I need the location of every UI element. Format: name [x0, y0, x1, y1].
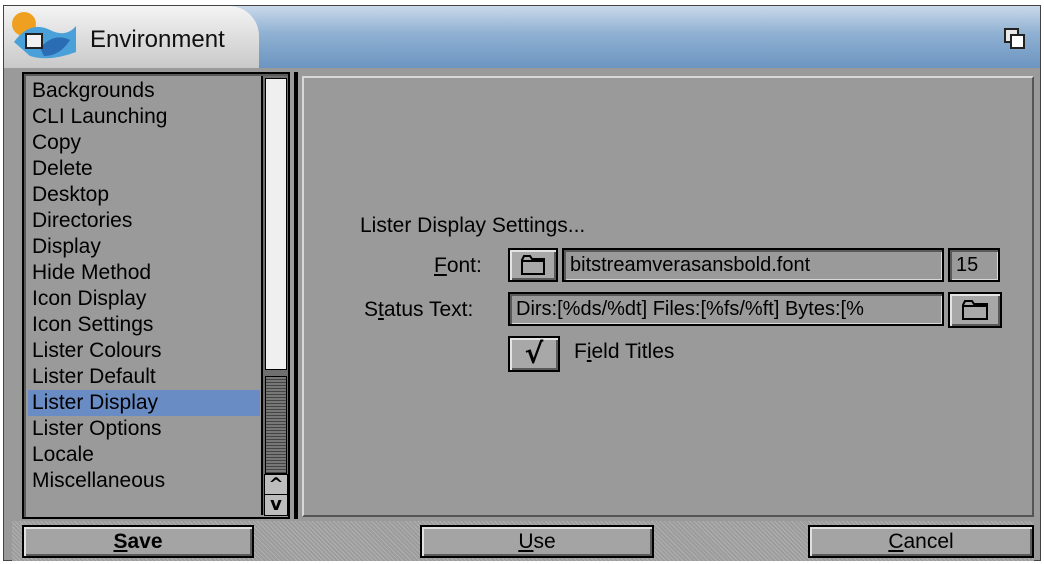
title-tab: Environment — [4, 6, 259, 68]
list-item[interactable]: Delete — [28, 156, 260, 182]
category-list[interactable]: Backgrounds CLI Launching Copy Delete Deskto… — [28, 78, 260, 516]
list-scrollbar[interactable]: ^ v — [261, 76, 288, 516]
font-name-field[interactable]: bitstreamverasansbold.font — [562, 248, 944, 282]
environment-window: Environment Backgrounds CLI Launching Copy… — [3, 5, 1041, 561]
scrollbar-thumb[interactable] — [265, 376, 287, 474]
save-button[interactable]: Save — [22, 525, 254, 558]
status-text-field[interactable]: Dirs:[%ds/%dt] Files:[%fs/%ft] Bytes:[% — [508, 292, 944, 326]
list-item[interactable]: Backgrounds — [28, 78, 260, 104]
list-item[interactable]: Icon Display — [28, 286, 260, 312]
window-title: Environment — [90, 26, 225, 53]
list-item[interactable]: Copy — [28, 130, 260, 156]
settings-panel: Lister Display Settings... Font: bitstre… — [302, 76, 1034, 517]
category-list-panel: Backgrounds CLI Launching Copy Delete Deskto… — [22, 72, 290, 519]
font-select-button[interactable] — [508, 248, 558, 282]
folder-icon — [521, 255, 545, 275]
panel-divider[interactable] — [294, 72, 298, 519]
status-text-label: Status Text: — [364, 298, 474, 321]
scroll-up-button[interactable]: ^ — [264, 474, 288, 496]
list-item[interactable]: Locale — [28, 442, 260, 468]
environment-app-icon — [12, 12, 76, 59]
status-text-select-button[interactable] — [948, 292, 1002, 328]
list-item[interactable]: Lister Default — [28, 364, 260, 390]
list-item[interactable]: Lister Options — [28, 416, 260, 442]
settings-heading: Lister Display Settings... — [360, 214, 586, 237]
list-item[interactable]: Display — [28, 234, 260, 260]
button-bar: Save Use Cancel — [12, 521, 1034, 561]
list-item[interactable]: Lister Colours — [28, 338, 260, 364]
list-item[interactable]: Directories — [28, 208, 260, 234]
list-item[interactable]: Hide Method — [28, 260, 260, 286]
title-bar[interactable]: Environment — [4, 6, 1040, 68]
list-item[interactable]: Desktop — [28, 182, 260, 208]
use-button[interactable]: Use — [420, 525, 654, 558]
scroll-down-button[interactable]: v — [264, 494, 288, 516]
font-label: Font: — [434, 254, 482, 277]
window-depth-icon[interactable] — [1004, 28, 1026, 50]
list-item[interactable]: Miscellaneous — [28, 468, 260, 494]
list-item[interactable]: CLI Launching — [28, 104, 260, 130]
list-item[interactable]: Icon Settings — [28, 312, 260, 338]
scrollbar-track[interactable] — [265, 78, 287, 370]
folder-icon — [962, 300, 988, 320]
field-titles-label: Field Titles — [574, 340, 675, 363]
main-area: Backgrounds CLI Launching Copy Delete Deskto… — [12, 72, 1034, 519]
font-size-field[interactable]: 15 — [948, 248, 1000, 282]
cancel-button[interactable]: Cancel — [808, 525, 1034, 558]
list-item[interactable]: Lister Display — [28, 390, 260, 416]
field-titles-checkbox[interactable]: √ — [508, 336, 560, 372]
